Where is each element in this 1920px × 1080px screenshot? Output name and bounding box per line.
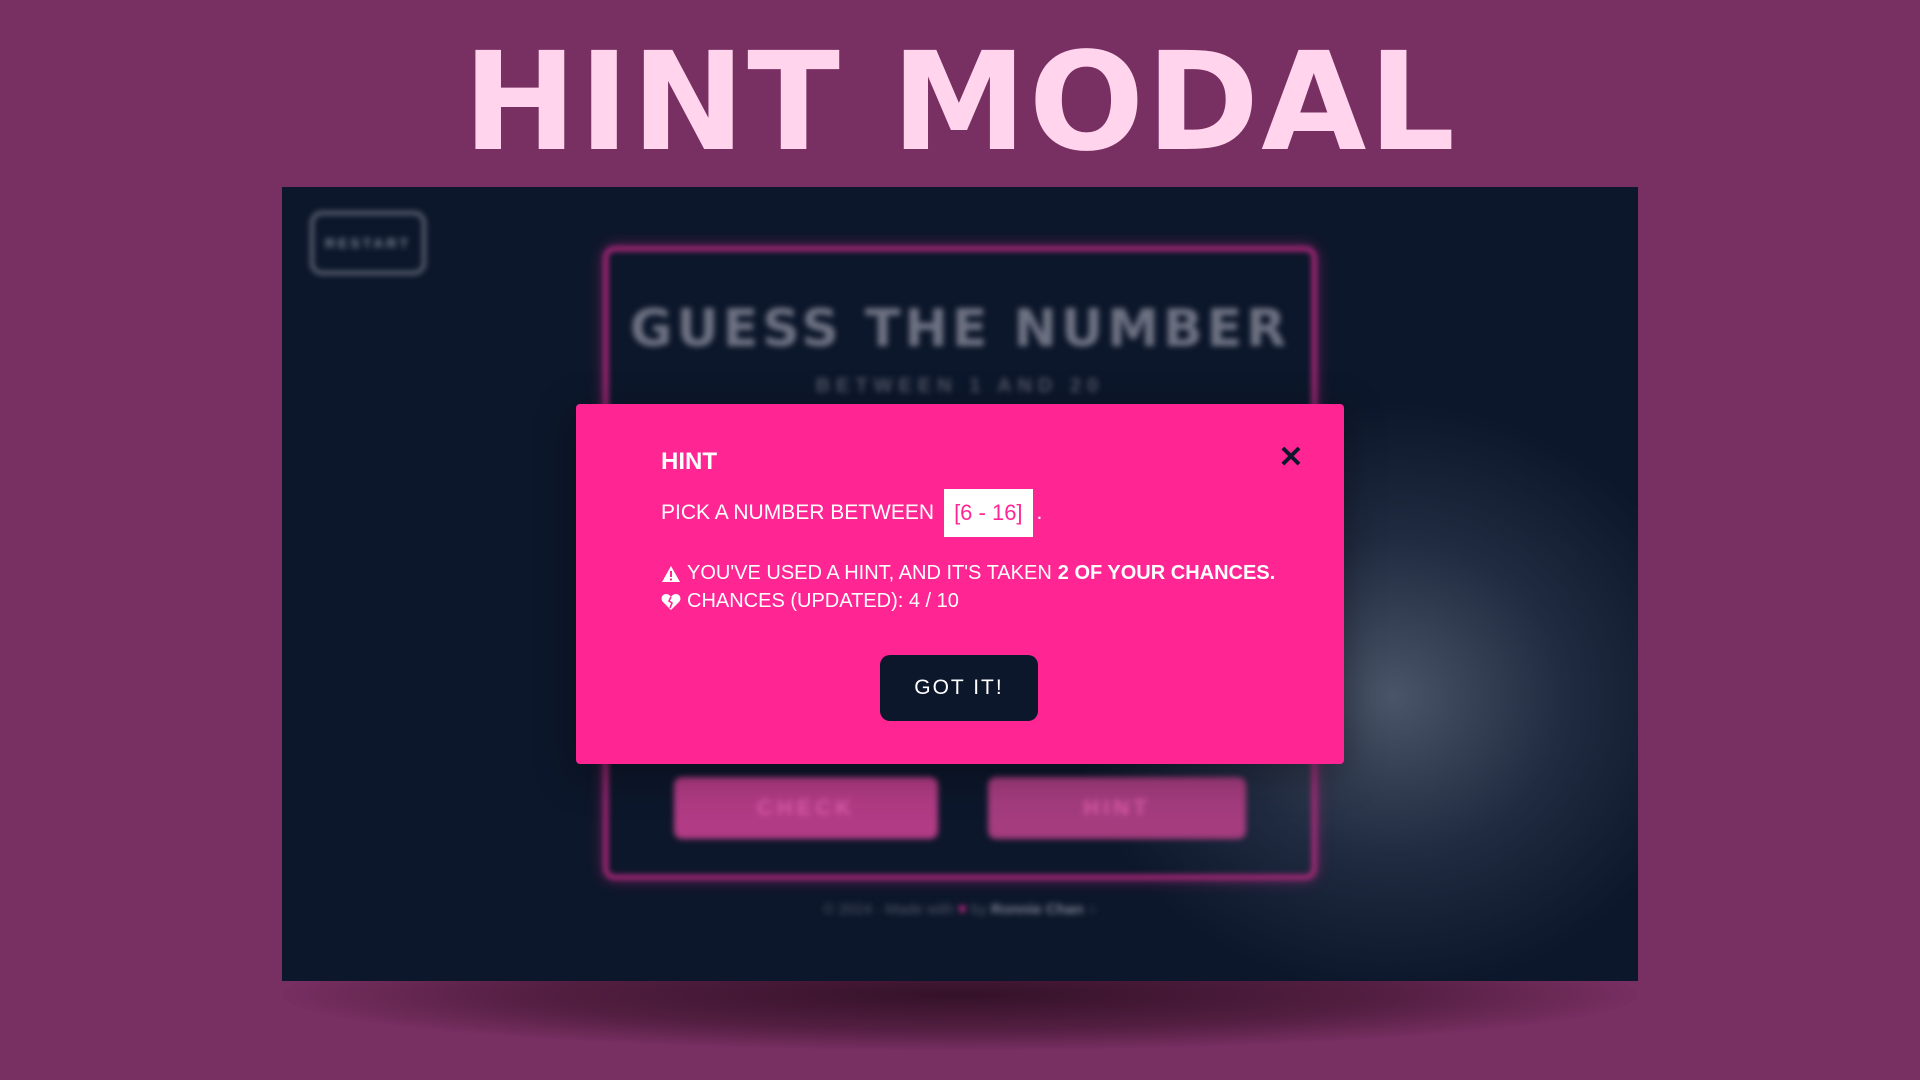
pick-prefix: PICK A NUMBER BETWEEN xyxy=(661,501,935,524)
warning-bold: 2 OF YOUR CHANCES. xyxy=(1057,562,1276,584)
pick-suffix: . xyxy=(1036,501,1043,524)
game-title: GUESS THE NUMBER xyxy=(629,299,1291,359)
heart-icon: ♥ xyxy=(957,901,967,918)
github-icon[interactable]: ○ xyxy=(1088,901,1097,918)
modal-title: HINT xyxy=(661,448,717,475)
got-it-button[interactable]: GOT IT! xyxy=(880,655,1038,721)
warning-line: YOU'VE USED A HINT, AND IT'S TAKEN 2 OF … xyxy=(661,562,1275,585)
check-button[interactable]: CHECK xyxy=(674,777,938,839)
page-headline: HINT MODAL xyxy=(462,24,1458,182)
hint-button[interactable]: HINT xyxy=(988,777,1246,839)
range-badge: [6 - 16] xyxy=(944,489,1033,537)
hint-range-line: PICK A NUMBER BETWEEN [6 - 16] . xyxy=(661,488,1042,538)
chances-text: CHANCES (UPDATED): 4 / 10 xyxy=(687,590,959,612)
close-icon: ✕ xyxy=(1278,440,1304,474)
footer: © 2024 · Made with ♥ by Ronnie Chan ○ xyxy=(282,901,1638,918)
broken-heart-icon xyxy=(661,593,681,610)
footer-by: by xyxy=(970,901,987,918)
warning-icon xyxy=(662,565,680,582)
game-subtitle: BETWEEN 1 AND 20 xyxy=(815,375,1105,397)
restart-button[interactable]: RESTART xyxy=(310,211,426,275)
close-button[interactable]: ✕ xyxy=(1274,440,1308,474)
warning-text: YOU'VE USED A HINT, AND IT'S TAKEN xyxy=(687,562,1052,584)
chances-line: CHANCES (UPDATED): 4 / 10 xyxy=(661,590,959,613)
author-link[interactable]: Ronnie Chan xyxy=(991,901,1084,918)
footer-prefix: © 2024 · Made with xyxy=(823,901,954,918)
hint-modal: HINT ✕ PICK A NUMBER BETWEEN [6 - 16] . … xyxy=(576,404,1344,764)
